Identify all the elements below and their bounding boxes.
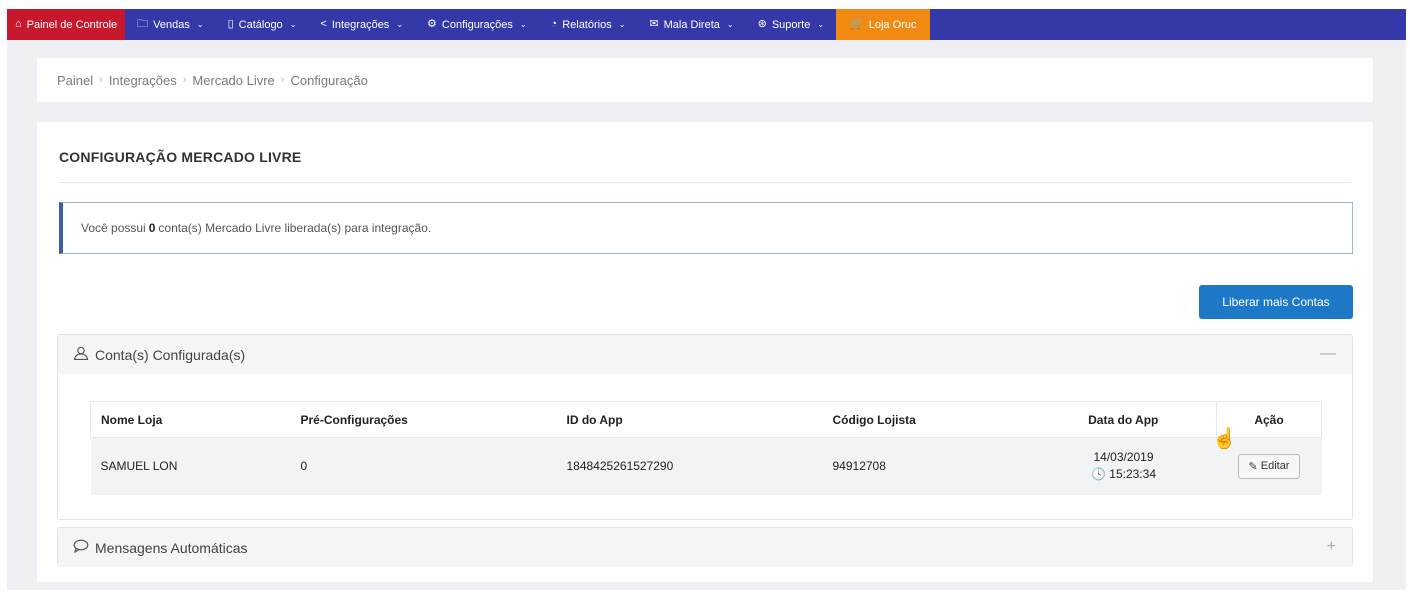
date-text: 14/03/2019 xyxy=(1093,450,1154,465)
page-body: Painel › Integrações › Mercado Livre › C… xyxy=(7,40,1406,590)
chevron-down-icon: ⌄ xyxy=(289,20,297,29)
nav-label: Integrações xyxy=(331,18,390,31)
col-acao: Ação xyxy=(1216,401,1322,438)
info-alert: Você possui 0 conta(s) Mercado Livre lib… xyxy=(59,202,1353,254)
nav-painel-de-controle[interactable]: ⌂ Painel de Controle xyxy=(7,9,126,40)
chat-bubble-icon xyxy=(73,539,89,556)
clock-icon: 🕓 xyxy=(1090,467,1106,482)
nav-label: Loja Oruc xyxy=(868,18,917,31)
table-row: SAMUEL LON 0 1848425261527290 94912708 1… xyxy=(90,437,1322,495)
accounts-table: Nome Loja Pré-Configurações ID do App Có… xyxy=(90,401,1322,495)
col-nome-loja: Nome Loja xyxy=(90,401,291,438)
nav-suporte[interactable]: ⊛ Suporte ⌄ xyxy=(746,9,836,40)
cell-pre-configuracoes: 0 xyxy=(290,437,557,495)
cell-id-do-app: 1848425261527290 xyxy=(556,437,823,495)
table-header-row: Nome Loja Pré-Configurações ID do App Có… xyxy=(90,401,1322,438)
book-icon: ▯ xyxy=(227,18,234,30)
breadcrumb-separator: › xyxy=(182,74,187,86)
nav-label: Painel de Controle xyxy=(26,18,118,31)
nav-label: Catálogo xyxy=(238,18,283,31)
alert-prefix: Você possui xyxy=(81,221,146,235)
chevron-down-icon: ⌄ xyxy=(726,20,734,29)
breadcrumb-item-mercado-livre[interactable]: Mercado Livre xyxy=(192,73,274,88)
cell-acao: ✎ Editar xyxy=(1216,437,1322,495)
breadcrumb: Painel › Integrações › Mercado Livre › C… xyxy=(37,58,1373,102)
nav-label: Vendas xyxy=(153,18,190,31)
nav-integracoes[interactable]: < Integrações ⌄ xyxy=(308,9,415,40)
breadcrumb-item-configuracao: Configuração xyxy=(290,72,368,88)
cell-data-do-app: 14/03/2019 🕓 15:23:34 xyxy=(1030,437,1217,495)
nav-label: Suporte xyxy=(771,18,811,31)
time-wrapper: 🕓 15:23:34 xyxy=(1091,466,1156,483)
share-icon: < xyxy=(320,18,327,30)
nav-label: Configurações xyxy=(441,18,513,31)
edit-button-label: Editar xyxy=(1260,460,1290,473)
nav-mala-direta[interactable]: ✉ Mala Direta ⌄ xyxy=(637,9,745,40)
accounts-panel: Conta(s) Configurada(s) — Nome Loja Pré-… xyxy=(57,334,1353,520)
chevron-down-icon: ⌄ xyxy=(519,20,527,29)
nav-configuracoes[interactable]: ⚙ Configurações ⌄ xyxy=(415,9,539,40)
col-pre-configuracoes: Pré-Configurações xyxy=(290,401,557,438)
expand-icon[interactable]: + xyxy=(1327,538,1336,556)
support-icon: ⊛ xyxy=(757,18,767,30)
col-data-do-app: Data do App xyxy=(1030,401,1217,438)
mail-icon: ✉ xyxy=(649,18,659,30)
liberar-contas-button[interactable]: Liberar mais Contas xyxy=(1199,285,1353,319)
edit-button[interactable]: ✎ Editar xyxy=(1237,453,1301,479)
time-text: 15:23:34 xyxy=(1109,467,1156,482)
nav-label: Relatórios xyxy=(562,18,612,31)
nav-vendas[interactable]: 🗀 Vendas ⌄ xyxy=(125,9,215,40)
messages-panel-title: Mensagens Automáticas xyxy=(95,539,248,556)
pencil-icon: ✎ xyxy=(1248,460,1258,473)
chevron-down-icon: ⌄ xyxy=(618,20,626,29)
collapse-icon[interactable]: — xyxy=(1320,345,1336,363)
cell-nome-loja: SAMUEL LON xyxy=(90,437,291,495)
breadcrumb-separator: › xyxy=(99,74,103,86)
page-title: CONFIGURAÇÃO MERCADO LIVRE xyxy=(59,149,302,165)
chevron-down-icon: ⌄ xyxy=(817,20,825,29)
breadcrumb-item-painel[interactable]: Painel xyxy=(57,73,93,88)
alert-count: 0 xyxy=(148,221,156,235)
nav-catalogo[interactable]: ▯ Catálogo ⌄ xyxy=(216,9,309,40)
gear-icon: ⚙ xyxy=(427,18,437,30)
accounts-panel-title: Conta(s) Configurada(s) xyxy=(95,346,246,363)
accounts-panel-header[interactable]: Conta(s) Configurada(s) — xyxy=(58,335,1352,374)
col-codigo-lojista: Código Lojista xyxy=(822,401,1031,438)
nav-loja[interactable]: 🛒 Loja Oruc xyxy=(836,9,931,40)
top-navbar: ⌂ Painel de Controle 🗀 Vendas ⌄ ▯ Catálo… xyxy=(7,9,1406,40)
user-icon xyxy=(73,346,89,363)
breadcrumb-separator: › xyxy=(280,74,285,86)
breadcrumb-item-integracoes[interactable]: Integrações xyxy=(109,73,177,88)
cell-codigo-lojista: 94912708 xyxy=(822,437,1031,495)
folder-icon: 🗀 xyxy=(137,18,149,30)
alert-suffix: conta(s) Mercado Livre liberada(s) para … xyxy=(158,221,432,235)
title-divider xyxy=(59,182,1351,183)
chevron-down-icon: ⌄ xyxy=(196,20,204,29)
nav-label: Mala Direta xyxy=(663,18,720,31)
chevron-down-icon: ⌄ xyxy=(396,20,404,29)
chart-icon: ◔ xyxy=(550,18,558,30)
cart-icon: 🛒 xyxy=(850,18,864,30)
config-card: CONFIGURAÇÃO MERCADO LIVRE Você possui 0… xyxy=(37,122,1373,582)
col-id-do-app: ID do App xyxy=(556,401,823,438)
messages-panel: Mensagens Automáticas + xyxy=(57,527,1353,567)
nav-relatorios[interactable]: ◔ Relatórios ⌄ xyxy=(539,9,638,40)
home-icon: ⌂ xyxy=(15,18,22,30)
messages-panel-header[interactable]: Mensagens Automáticas + xyxy=(58,528,1352,567)
